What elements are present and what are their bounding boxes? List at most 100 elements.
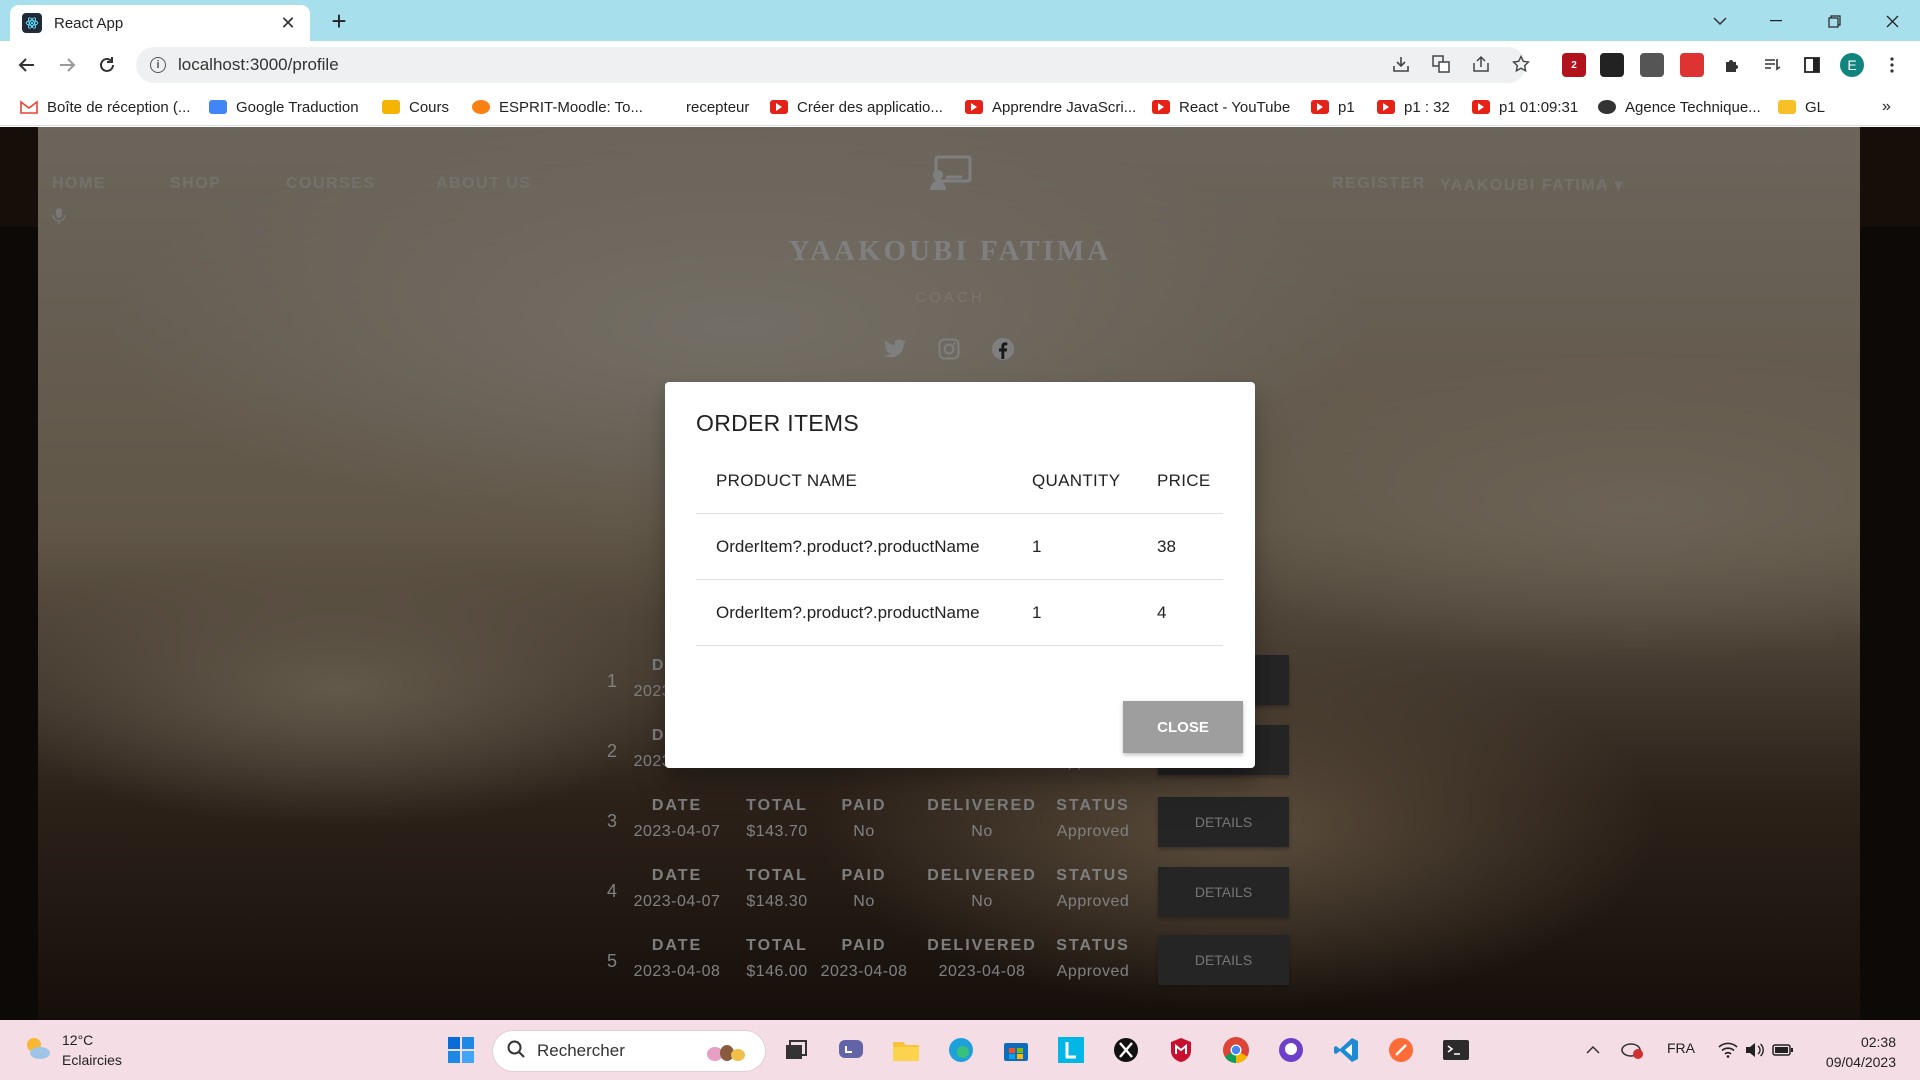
puzzle-extensions-icon[interactable] [1720,53,1744,77]
share-icon[interactable] [1470,53,1492,75]
gmail-icon [20,100,38,114]
reload-icon[interactable] [94,52,120,78]
window-close-icon[interactable] [1872,6,1912,36]
restore-icon[interactable] [1814,6,1854,36]
bookmark-google-translate[interactable]: Google Traduction [209,96,359,118]
product-name-cell: OrderItem?.product?.productName [716,537,980,556]
tray-overflow-chevron-icon[interactable] [1578,1035,1608,1065]
language-indicator[interactable]: FRA [1667,1040,1695,1056]
url-text: localhost:3000/profile [178,55,339,74]
folder-icon [1778,100,1796,114]
system-clock[interactable]: 02:38 09/04/2023 [1818,1032,1896,1072]
minimize-icon[interactable] [1756,6,1796,36]
dialog-title: ORDER ITEMS [696,410,860,436]
bookmark-recepteur[interactable]: recepteur [686,96,749,118]
profile-avatar[interactable]: E [1840,53,1864,77]
install-app-icon[interactable] [1390,53,1412,75]
quantity-cell: 1 [1032,537,1042,556]
microsoft-store-icon[interactable] [1001,1035,1031,1065]
incognito-extension-icon[interactable] [1600,53,1624,77]
bookmarks-bar: Boîte de réception (... Google Traductio… [0,88,1920,126]
side-panel-icon[interactable] [1800,53,1824,77]
more-bookmarks-chevron-icon[interactable]: » [1882,96,1891,118]
weather-condition: Eclaircies [62,1052,122,1068]
youtube-icon [1472,100,1490,114]
bookmark-p1-010931[interactable]: p1 01:09:31 [1472,96,1578,118]
bookmark-star-icon[interactable] [1510,53,1532,75]
table-row: OrderItem?.product?.productName 1 38 [696,514,1223,580]
task-view-icon[interactable] [781,1035,811,1065]
search-placeholder: Rechercher [537,1041,625,1060]
react-icon [22,13,42,33]
back-icon[interactable] [14,52,40,78]
github-desktop-icon[interactable] [1276,1035,1306,1065]
youtube-icon [770,100,788,114]
column-header-quantity: QUANTITY [1032,471,1121,490]
bookmark-p1[interactable]: p1 [1311,96,1355,118]
bookmark-p1-32[interactable]: p1 : 32 [1377,96,1450,118]
weather-widget[interactable]: 12°C Eclaircies [22,1030,122,1070]
youtube-icon [965,100,983,114]
password-extension-icon[interactable] [1640,53,1664,77]
order-items-table: PRODUCT NAME QUANTITY PRICE OrderItem?.p… [696,448,1223,646]
mcafee-icon[interactable] [1166,1035,1196,1065]
youtube-icon [1311,100,1329,114]
tab-search-chevron-icon[interactable] [1700,6,1740,36]
table-header-row: PRODUCT NAME QUANTITY PRICE [696,448,1223,514]
bookmark-react-youtube[interactable]: React - YouTube [1152,96,1290,118]
xbox-icon[interactable] [1111,1035,1141,1065]
onedrive-error-icon[interactable] [1617,1035,1647,1065]
price-cell: 38 [1157,537,1176,556]
taskbar-search-box[interactable]: Rechercher [493,1031,765,1071]
clock-date: 09/04/2023 [1825,1054,1896,1070]
bookmark-creer-applications[interactable]: Créer des applicatio... [770,96,943,118]
table-row: OrderItem?.product?.productName 1 4 [696,580,1223,646]
bookmark-moodle[interactable]: ESPRIT-Moodle: To... [472,96,643,118]
close-button[interactable]: CLOSE [1123,701,1243,753]
reading-list-icon[interactable] [1760,53,1784,77]
ublock-extension-icon[interactable]: 2 [1562,53,1586,77]
screenshot-extension-icon[interactable] [1680,53,1704,77]
postman-icon[interactable] [1386,1035,1416,1065]
translate-icon[interactable] [1430,53,1452,75]
price-cell: 4 [1157,603,1167,622]
easter-eggs-icon [705,1041,749,1068]
partly-sunny-icon [22,1033,52,1068]
column-header-price: PRICE [1157,471,1211,490]
battery-icon[interactable] [1768,1035,1798,1065]
tab-close-icon[interactable]: ✕ [278,13,298,34]
bookmark-agence-technique[interactable]: Agence Technique... [1598,96,1761,118]
chrome-icon[interactable] [1221,1035,1251,1065]
bookmark-apprendre-javascript[interactable]: Apprendre JavaScri... [965,96,1136,118]
site-info-icon[interactable]: i [150,57,166,73]
weather-temperature: 12°C [62,1032,94,1048]
browser-tab[interactable]: React App ✕ [10,5,310,41]
wifi-icon[interactable] [1713,1035,1743,1065]
column-header-product: PRODUCT NAME [716,471,858,490]
forward-icon[interactable] [54,52,80,78]
vscode-icon[interactable] [1331,1035,1361,1065]
menu-kebab-icon[interactable] [1880,53,1904,77]
browser-tab-strip: React App ✕ + [0,0,1920,41]
file-explorer-icon[interactable] [891,1035,921,1065]
order-items-dialog: ORDER ITEMS PRODUCT NAME QUANTITY PRICE … [665,382,1255,768]
globe-icon [1598,100,1616,114]
teams-chat-icon[interactable] [836,1035,866,1065]
bookmark-gl[interactable]: GL [1778,96,1825,118]
translate-icon [209,100,227,114]
tab-title: React App [54,14,124,32]
edge-browser-icon[interactable] [946,1035,976,1065]
bookmark-gmail[interactable]: Boîte de réception (... [20,96,190,118]
product-name-cell: OrderItem?.product?.productName [716,603,980,622]
windows-start-icon[interactable] [446,1035,476,1065]
moodle-icon [472,100,490,114]
search-icon [507,1040,525,1063]
terminal-icon[interactable] [1441,1035,1471,1065]
clock-time: 02:38 [1860,1034,1896,1050]
classroom-icon [382,100,400,114]
new-tab-icon[interactable]: + [326,8,352,34]
volume-icon[interactable] [1740,1035,1770,1065]
bookmark-cours[interactable]: Cours [382,96,449,118]
address-bar[interactable]: i localhost:3000/profile [136,47,1526,83]
l-app-icon[interactable] [1056,1035,1086,1065]
